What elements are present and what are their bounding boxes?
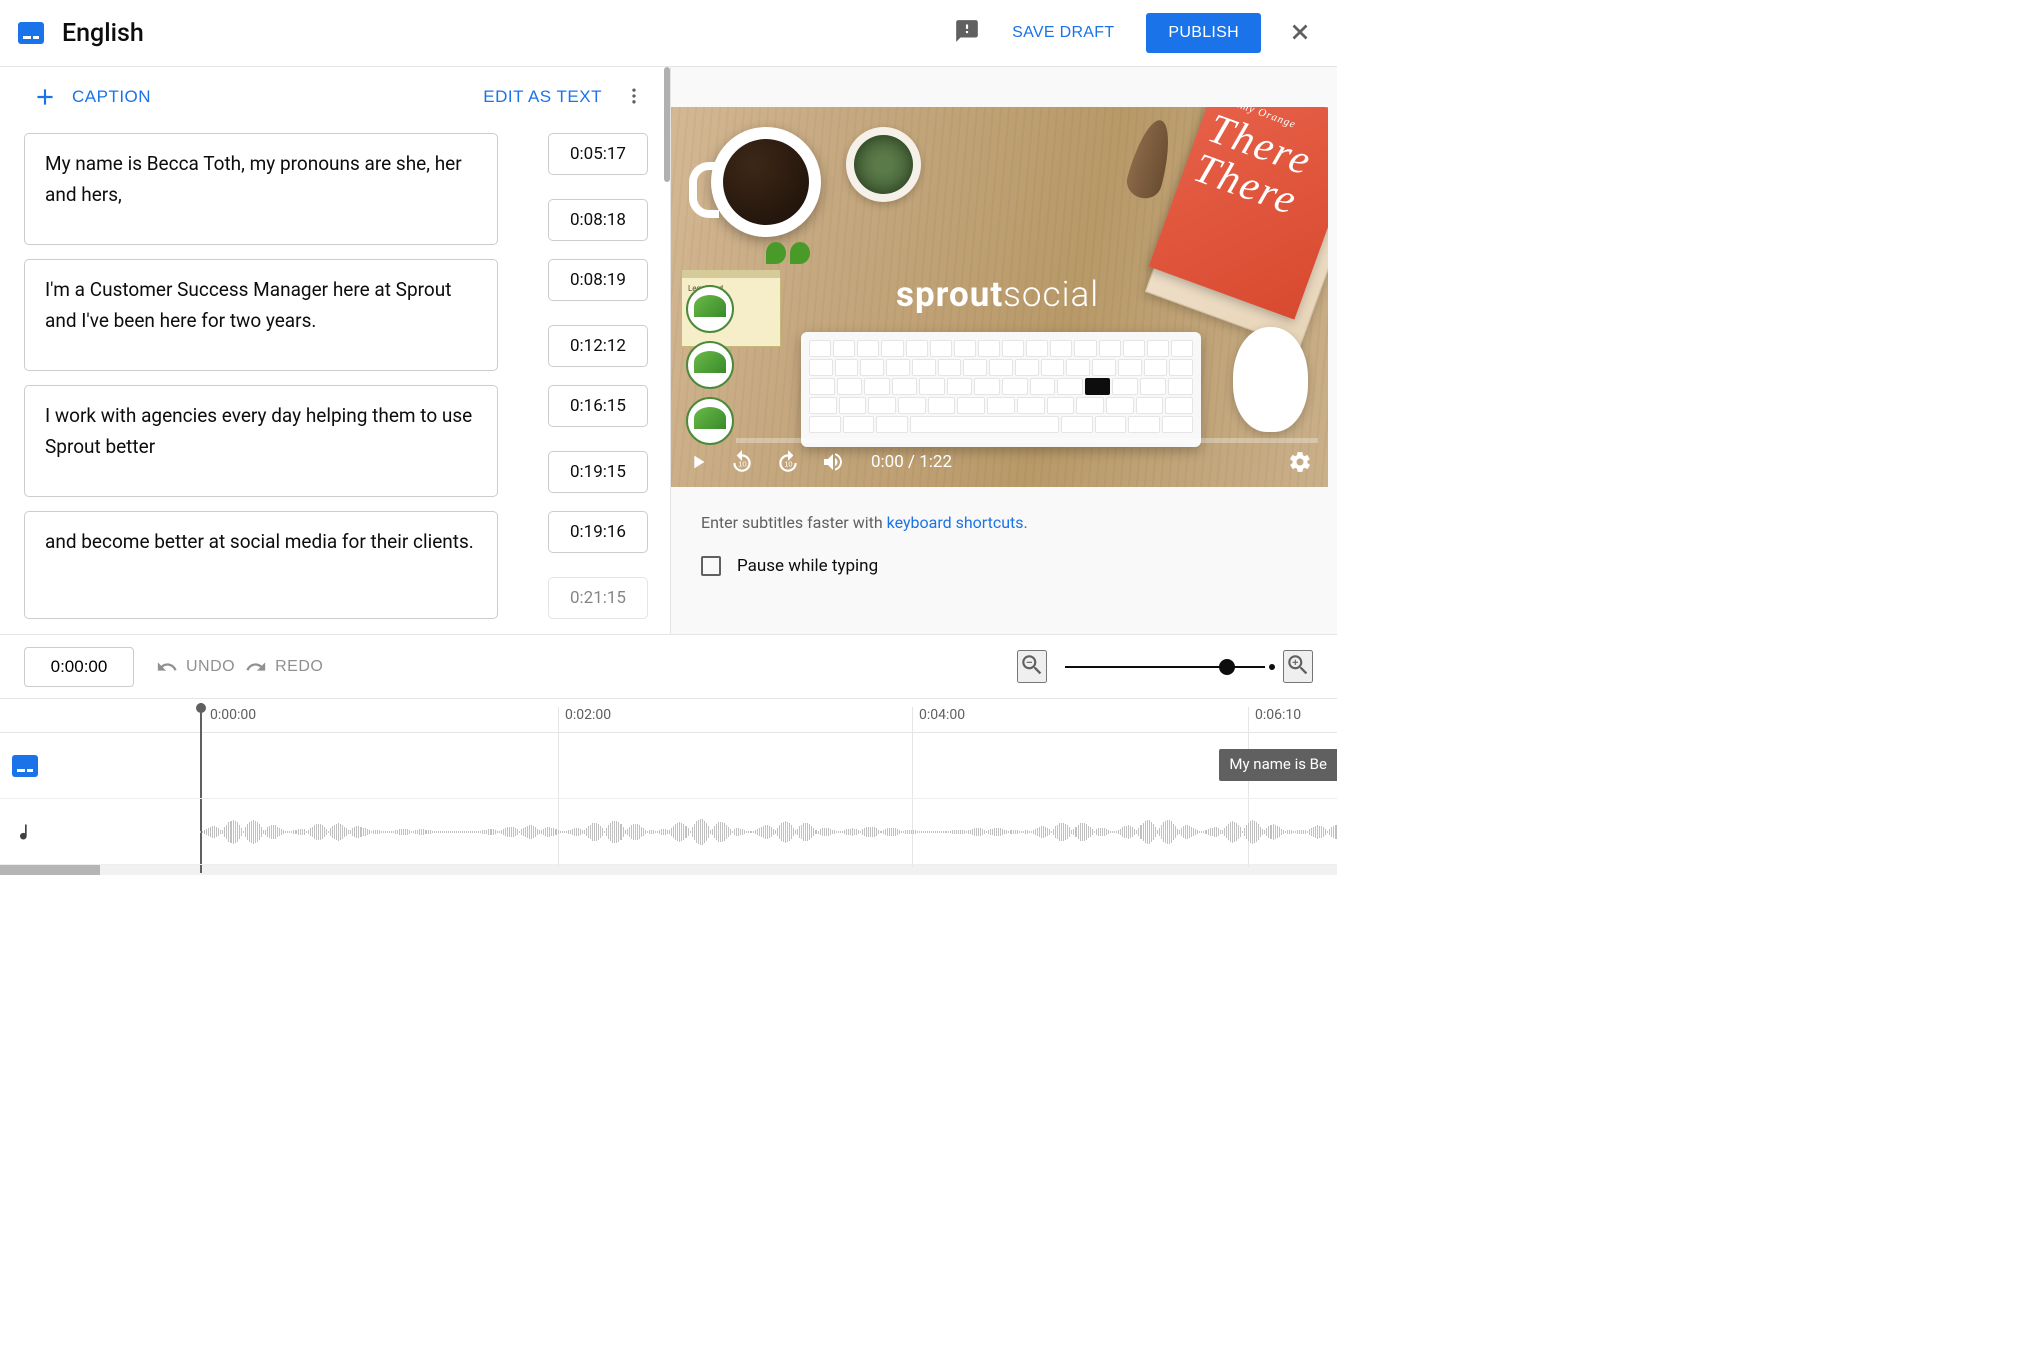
caption-text-input[interactable]: and become better at social media for th… [24, 511, 498, 619]
zoom-slider[interactable] [1065, 666, 1265, 668]
caption-end-time[interactable]: 0:12:12 [548, 325, 648, 367]
video-time-display: 0:00 / 1:22 [871, 452, 952, 472]
add-caption-label: CAPTION [72, 87, 151, 107]
caption-start-time[interactable]: 0:08:19 [548, 259, 648, 301]
keyboard-shortcuts-link[interactable]: keyboard shortcuts [887, 513, 1024, 532]
caption-text-input[interactable]: I work with agencies every day helping t… [24, 385, 498, 497]
audio-track[interactable] [0, 799, 1337, 865]
subtitle-track-icon [12, 755, 38, 777]
keyboard-shortcuts-hint: Enter subtitles faster with keyboard sho… [671, 487, 1337, 532]
video-brand-logo: sproutsocial [896, 274, 1099, 315]
video-prop-keyboard [801, 332, 1201, 447]
caption-end-time[interactable]: 0:19:15 [548, 451, 648, 493]
add-caption-button[interactable]: CAPTION [32, 84, 151, 110]
publish-button[interactable]: PUBLISH [1146, 13, 1261, 53]
redo-button[interactable]: REDO [245, 656, 323, 678]
video-prop-stickers [686, 285, 734, 453]
more-options-button[interactable] [620, 82, 648, 113]
video-prop-leaves [766, 242, 814, 268]
subtitle-clip[interactable]: My name is Be [1219, 749, 1337, 781]
pause-while-typing-label: Pause while typing [737, 556, 878, 576]
caption-text-input[interactable]: My name is Becca Toth, my pronouns are s… [24, 133, 498, 245]
pause-while-typing-checkbox[interactable] [701, 556, 721, 576]
video-player[interactable]: Tommy OrangeThereThere Legal Pad sprouts… [671, 107, 1328, 487]
subtitle-icon [18, 22, 44, 44]
audio-waveform [200, 817, 1337, 847]
caption-start-time[interactable]: 0:05:17 [548, 133, 648, 175]
zoom-out-button[interactable] [1017, 650, 1047, 683]
play-button[interactable] [687, 451, 709, 473]
video-prop-coffee [711, 127, 821, 237]
caption-end-time[interactable]: 0:08:18 [548, 199, 648, 241]
feedback-icon[interactable] [954, 18, 980, 48]
caption-end-time[interactable]: 0:21:15 [548, 577, 648, 619]
forward-10-button[interactable]: 10 [775, 449, 801, 475]
video-prop-mouse [1233, 327, 1308, 432]
subtitle-track[interactable]: My name is Be [0, 733, 1337, 799]
video-prop-plant [846, 127, 921, 202]
rewind-10-button[interactable]: 10 [729, 449, 755, 475]
scrollbar-thumb[interactable] [664, 67, 670, 182]
page-title: English [62, 19, 144, 48]
edit-as-text-button[interactable]: EDIT AS TEXT [483, 87, 602, 107]
caption-start-time[interactable]: 0:19:16 [548, 511, 648, 553]
svg-text:10: 10 [784, 459, 792, 468]
timeline-ruler[interactable]: 0:00:00 0:02:00 0:04:00 0:06:10 [0, 698, 1337, 732]
timeline-time-input[interactable] [24, 647, 134, 687]
video-settings-button[interactable] [1288, 450, 1312, 474]
close-button[interactable] [1281, 13, 1319, 54]
audio-track-icon [0, 818, 50, 846]
save-draft-button[interactable]: SAVE DRAFT [1000, 16, 1126, 50]
svg-text:10: 10 [738, 459, 746, 468]
caption-start-time[interactable]: 0:16:15 [548, 385, 648, 427]
zoom-in-button[interactable] [1283, 650, 1313, 683]
caption-text-input[interactable]: I'm a Customer Success Manager here at S… [24, 259, 498, 371]
volume-button[interactable] [821, 450, 845, 474]
undo-button[interactable]: UNDO [156, 656, 235, 678]
